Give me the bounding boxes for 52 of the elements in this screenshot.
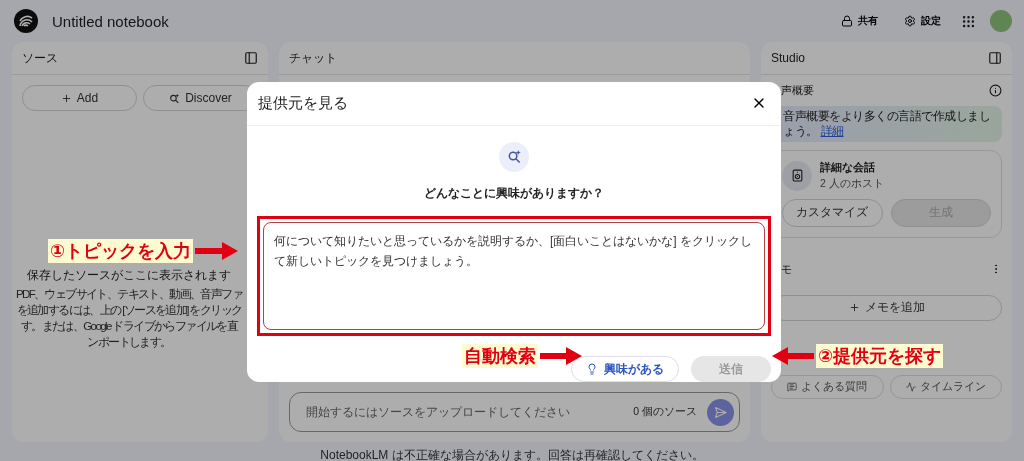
lock-icon bbox=[841, 15, 853, 27]
lightbulb-icon bbox=[586, 363, 598, 375]
logo-icon[interactable] bbox=[14, 9, 38, 33]
plus-icon bbox=[848, 302, 860, 314]
send-button[interactable] bbox=[707, 398, 734, 426]
speaker-icon bbox=[790, 169, 804, 183]
dialog-title: 提供元を見る bbox=[258, 93, 348, 113]
topic-field[interactable]: 何について知りたいと思っているかを説明するか、[面白いことはないかな] をクリックして新しいトピックを見つけましょう。 bbox=[263, 221, 765, 330]
empty-text: を追加するには、上の [ソースを追加] をクリック bbox=[16, 303, 242, 318]
card-subtitle: 2 人のホスト bbox=[820, 176, 884, 191]
apps-icon[interactable] bbox=[961, 13, 976, 29]
customize-button[interactable]: カスタマイズ bbox=[782, 198, 883, 227]
interest-button[interactable]: 興味がある bbox=[571, 356, 679, 382]
panel-title: Studio bbox=[771, 51, 806, 65]
settings-icon bbox=[904, 15, 916, 27]
chat-input[interactable]: 開始するにはソースをアップロードしてください 0 個のソース bbox=[289, 392, 740, 432]
chat-input-text[interactable]: 開始するにはソースをアップロードしてください bbox=[304, 404, 624, 420]
empty-title: 保存したソースがここに表示されます bbox=[27, 267, 231, 284]
banner-text: 音声概要をより多くの言語で作成しましょう。 詳細 bbox=[783, 109, 991, 139]
empty-text: PDF、ウェブサイト、テキスト、動画、音声ファ bbox=[15, 287, 243, 302]
empty-text: ンポートします。 bbox=[87, 335, 171, 350]
settings-button[interactable]: 設定 bbox=[898, 10, 947, 32]
info-icon[interactable] bbox=[989, 84, 1002, 97]
add-button[interactable]: Add bbox=[22, 85, 137, 111]
arrow bbox=[540, 345, 582, 367]
details-link[interactable]: 詳細 bbox=[820, 124, 844, 137]
notebook-title: Untitled notebook bbox=[52, 12, 170, 30]
dialog-question: どんなことに興味がありますか？ bbox=[424, 184, 604, 202]
sparkle-search-icon bbox=[169, 92, 181, 104]
panel-title: ソース bbox=[22, 49, 58, 67]
annotation-label: 自動検索 bbox=[462, 344, 538, 368]
plus-icon bbox=[60, 92, 72, 104]
chat-icon bbox=[787, 381, 798, 392]
activity-icon bbox=[905, 381, 916, 392]
panel-toggle-icon[interactable] bbox=[988, 51, 1002, 65]
empty-text: す。または、Google ドライブからファイルを直 bbox=[20, 319, 238, 334]
section-heading: 声概要 bbox=[781, 83, 814, 98]
annotation-label: ②提供元を探す bbox=[816, 344, 944, 368]
panel-title: チャット bbox=[289, 49, 337, 67]
source-count: 0 個のソース bbox=[633, 405, 697, 419]
section-heading: モ bbox=[781, 261, 792, 277]
send-icon bbox=[714, 405, 727, 419]
share-button[interactable]: 共有 bbox=[835, 10, 884, 32]
arrow bbox=[772, 345, 814, 367]
panel-toggle-icon[interactable] bbox=[244, 51, 258, 65]
sparkle-search-icon bbox=[506, 149, 522, 165]
annotation-label: ①トピックを入力 bbox=[48, 239, 194, 263]
arrow bbox=[195, 240, 239, 262]
disclaimer: NotebookLM は不正確な場合があります。回答は再確認してください。 bbox=[320, 448, 704, 461]
note-tool-button[interactable]: よくある質問 bbox=[771, 374, 884, 399]
card-title: 詳細な会話 bbox=[820, 160, 876, 175]
note-tool-button[interactable]: タイムライン bbox=[889, 374, 1002, 399]
